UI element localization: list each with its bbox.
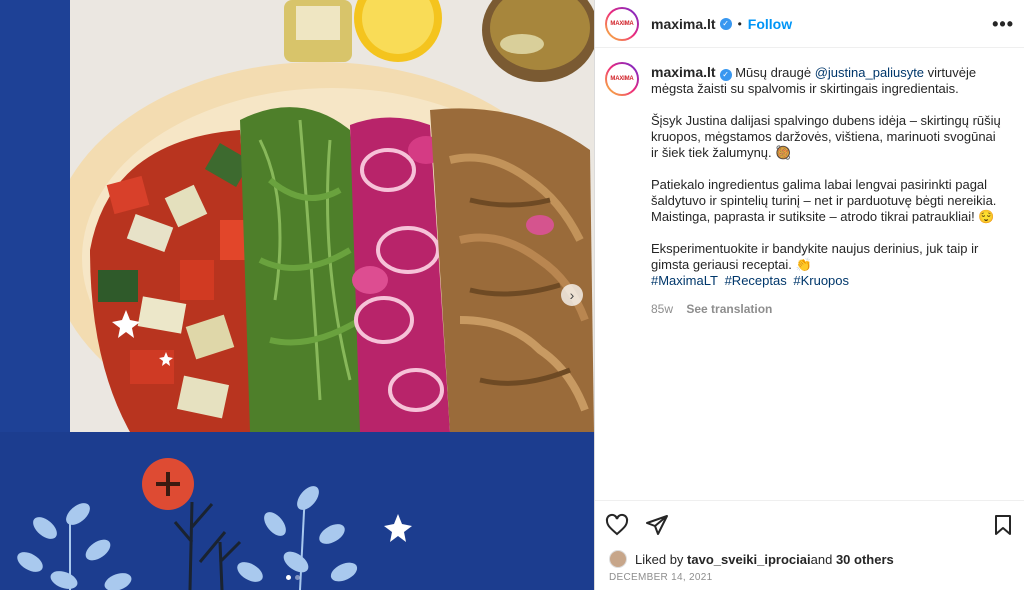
heart-icon[interactable] <box>605 513 629 537</box>
mention-link[interactable]: @justina_paliusyte <box>815 65 924 80</box>
username[interactable]: maxima.lt <box>651 16 716 32</box>
carousel-dots <box>286 575 300 580</box>
carousel-dot <box>295 575 300 580</box>
caption-username[interactable]: maxima.lt <box>651 64 716 80</box>
chevron-right-icon: › <box>569 287 575 303</box>
avatar[interactable]: MAXIMA <box>605 62 639 96</box>
decorative-leaves <box>17 458 412 590</box>
liked-and: and <box>810 551 833 567</box>
action-bar <box>595 500 1024 548</box>
caption-intro: maxima.lt ✓ Mūsų draugė @justina_paliusyt… <box>651 64 1006 97</box>
hashtags: #MaximaLT #Receptas #Kruopos <box>651 273 1006 289</box>
post-date: DECEMBER 14, 2021 <box>609 572 713 583</box>
caption-paragraph: Patiekalo ingredientus galima labai leng… <box>651 177 997 224</box>
post-header: MAXIMA maxima.lt ✓ • Follow ••• <box>595 0 1024 48</box>
post-photo <box>70 0 594 432</box>
avatar-logo: MAXIMA <box>607 64 637 94</box>
carousel-dot <box>286 575 291 580</box>
liker-avatar[interactable] <box>609 550 627 568</box>
paper-plane-icon[interactable] <box>645 513 669 537</box>
avatar-logo: MAXIMA <box>607 8 637 39</box>
post-media[interactable]: › <box>0 0 594 590</box>
post-panel: MAXIMA maxima.lt ✓ • Follow ••• MAXIMA m… <box>594 0 1024 590</box>
hashtag-link[interactable]: #MaximaLT <box>651 273 718 288</box>
verified-badge-icon: ✓ <box>719 69 732 81</box>
bookmark-icon[interactable] <box>991 513 1015 537</box>
caption-paragraph: Eksperimentuokite ir bandykite naujus de… <box>651 241 979 272</box>
caption-area: MAXIMA maxima.lt ✓ Mūsų draugė @justina_p… <box>595 48 1024 500</box>
liked-prefix: Liked by <box>635 551 684 567</box>
liker-username[interactable]: tavo_sveiki_iprociai <box>687 552 811 567</box>
follow-button[interactable]: Follow <box>748 16 792 32</box>
others-link[interactable]: 30 others <box>836 552 894 567</box>
avatar[interactable]: MAXIMA <box>605 6 639 41</box>
caption-meta: 85w See translation <box>651 301 1006 317</box>
likes-summary: Liked by tavo_sveiki_iprociai and 30 oth… <box>609 550 894 568</box>
post-age: 85w <box>651 302 674 316</box>
caption-text: Mūsų draugė <box>735 65 815 80</box>
dot-separator: • <box>737 16 742 31</box>
caption-paragraph: Šįsyk Justina dalijasi spalvingo dubens … <box>651 113 1001 160</box>
hashtag-link[interactable]: #Receptas <box>725 273 787 288</box>
verified-badge-icon: ✓ <box>719 17 732 30</box>
more-options-icon[interactable]: ••• <box>992 14 1014 35</box>
media-side-strip <box>0 0 70 432</box>
hashtag-link[interactable]: #Kruopos <box>793 273 849 288</box>
post-caption: maxima.lt ✓ Mūsų draugė @justina_paliusyt… <box>651 64 1006 317</box>
caption-row: MAXIMA maxima.lt ✓ Mūsų draugė @justina_p… <box>605 62 1010 317</box>
see-translation-button[interactable]: See translation <box>686 302 772 316</box>
next-slide-button[interactable]: › <box>561 284 583 306</box>
